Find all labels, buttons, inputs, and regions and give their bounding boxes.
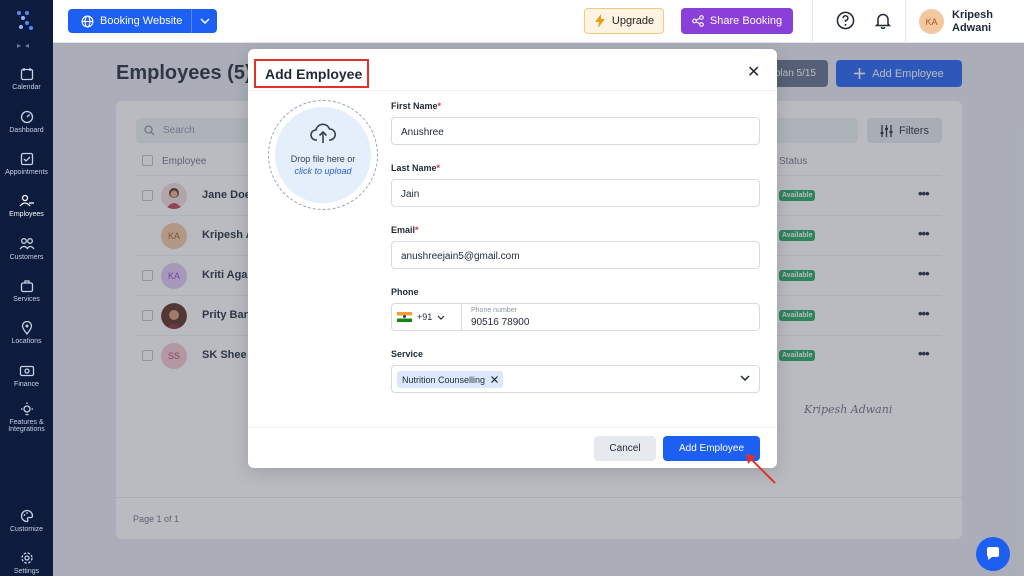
sidebar-label: Finance <box>14 381 39 388</box>
help-icon[interactable] <box>836 11 855 30</box>
location-pin-icon <box>21 321 32 335</box>
bulb-icon <box>20 402 33 416</box>
customers-icon <box>18 238 35 250</box>
finance-icon <box>19 365 34 377</box>
upgrade-button[interactable]: Upgrade <box>584 8 664 34</box>
sidebar-label: Customers <box>9 254 44 261</box>
collapse-toggle-icon[interactable]: ▸◂ <box>17 41 33 50</box>
india-flag-icon <box>397 312 412 322</box>
sidebar-item-services[interactable]: Services <box>0 279 53 303</box>
upload-area: Drop file here or click to upload <box>275 107 371 203</box>
sidebar-label: Dashboard <box>9 127 44 134</box>
globe-icon <box>81 15 94 27</box>
user-first-name: Kripesh <box>952 9 993 21</box>
share-booking-label: Share Booking <box>709 15 783 27</box>
chevron-down-icon[interactable] <box>191 9 217 33</box>
first-name-field[interactable]: Anushree <box>391 117 760 145</box>
sidebar-item-settings[interactable]: Settings <box>0 551 53 575</box>
calendar-icon <box>20 68 33 81</box>
user-name[interactable]: Kripesh Adwani <box>952 9 993 35</box>
email-field[interactable]: anushreejain5@gmail.com <box>391 241 760 269</box>
service-label: Service <box>391 349 424 359</box>
sidebar-label: Features & <box>9 419 44 426</box>
sidebar-label: Customize <box>9 526 44 533</box>
sidebar-label: Locations <box>11 338 42 345</box>
first-name-label: First Name* <box>391 101 442 111</box>
sidebar-item-calendar[interactable]: Calendar <box>0 67 53 91</box>
sidebar-label: Services <box>13 296 40 303</box>
dashboard-icon <box>20 110 33 124</box>
cancel-button[interactable]: Cancel <box>594 436 656 461</box>
employees-icon <box>19 194 34 207</box>
avatar[interactable]: KA <box>919 9 944 34</box>
sidebar-item-dashboard[interactable]: Dashboard <box>0 110 53 134</box>
chevron-down-icon[interactable] <box>740 375 750 381</box>
annotation-arrow-icon <box>746 454 776 484</box>
sidebar-label: Integrations <box>8 426 45 433</box>
sidebar-item-employees[interactable]: Employees <box>0 194 53 218</box>
phone-field[interactable]: +91 Phone number 90516 78900 <box>391 303 760 331</box>
sidebar: ▸◂ Calendar Dashboard Appointments Emplo… <box>0 0 53 576</box>
remove-chip-icon[interactable] <box>491 376 498 383</box>
phone-input[interactable]: 90516 78900 <box>471 317 529 328</box>
palette-icon <box>20 509 33 523</box>
sidebar-item-appointments[interactable]: Appointments <box>0 152 53 176</box>
last-name-label: Last Name* <box>391 163 441 173</box>
sidebar-item-locations[interactable]: Locations <box>0 321 53 345</box>
divider <box>248 90 777 91</box>
sidebar-item-customize[interactable]: Customize <box>0 509 53 533</box>
photo-upload-dropzone[interactable]: Drop file here or click to upload <box>268 100 378 210</box>
topbar: Booking Website Upgrade Share Booking KA… <box>53 0 1024 43</box>
sidebar-label: Appointments <box>5 169 48 176</box>
share-icon <box>692 15 704 27</box>
service-chip-label: Nutrition Counselling <box>402 374 486 385</box>
service-chip: Nutrition Counselling <box>397 371 504 388</box>
country-code-select[interactable]: +91 <box>392 304 462 330</box>
sidebar-item-customers[interactable]: Customers <box>0 237 53 261</box>
chat-support-button[interactable] <box>976 537 1010 571</box>
close-icon[interactable]: ✕ <box>747 65 760 81</box>
services-icon <box>20 280 33 293</box>
modal-title: Add Employee <box>265 66 363 82</box>
bell-icon[interactable] <box>875 12 891 29</box>
chevron-down-icon <box>437 315 445 320</box>
booking-website-label: Booking Website <box>100 15 183 27</box>
sidebar-label: Calendar <box>12 84 41 91</box>
upload-text: Drop file here or <box>290 154 356 164</box>
cloud-upload-icon <box>310 123 337 143</box>
divider <box>248 427 777 428</box>
email-label: Email* <box>391 225 419 235</box>
appointments-icon <box>20 152 33 166</box>
app-logo[interactable] <box>16 10 38 32</box>
add-employee-modal: Add Employee ✕ Drop file here or click t… <box>248 49 777 468</box>
sidebar-item-finance[interactable]: Finance <box>0 364 53 388</box>
share-booking-button[interactable]: Share Booking <box>681 8 793 34</box>
upgrade-label: Upgrade <box>611 15 655 27</box>
upload-link[interactable]: click to upload <box>275 166 371 176</box>
gear-icon <box>20 552 33 564</box>
chat-icon <box>986 547 999 560</box>
sidebar-label: Employees <box>9 211 44 218</box>
sidebar-label: Settings <box>13 568 40 575</box>
booking-website-button[interactable]: Booking Website <box>68 9 217 33</box>
sidebar-item-features[interactable]: Features & Integrations <box>0 402 53 433</box>
divider <box>812 0 813 43</box>
service-select[interactable]: Nutrition Counselling <box>391 365 760 393</box>
country-code: +91 <box>417 312 433 322</box>
last-name-field[interactable]: Jain <box>391 179 760 207</box>
divider <box>905 0 906 43</box>
phone-label: Phone <box>391 287 419 297</box>
phone-placeholder: Phone number <box>471 307 517 314</box>
lightning-icon <box>594 14 605 28</box>
user-last-name: Adwani <box>952 22 992 34</box>
